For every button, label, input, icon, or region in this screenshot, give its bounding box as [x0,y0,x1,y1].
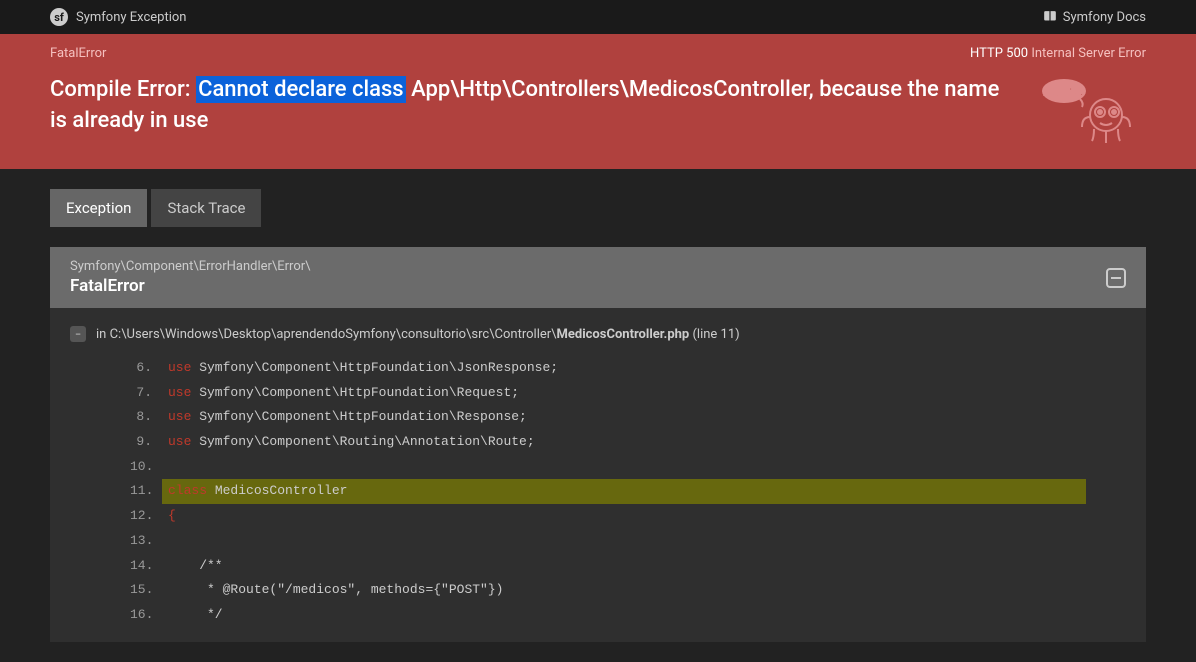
line-number: 11. [130,479,162,504]
line-content: use Symfony\Component\HttpFoundation\Req… [162,381,1086,406]
line-content: class MedicosController [162,479,1086,504]
code-line: 6.use Symfony\Component\HttpFoundation\J… [130,356,1086,381]
line-content: use Symfony\Component\Routing\Annotation… [162,430,1086,455]
code-line: 9.use Symfony\Component\Routing\Annotati… [130,430,1086,455]
line-content [162,455,1086,480]
line-number: 10. [130,455,162,480]
keyword: use [168,434,191,449]
main-content: Exception Stack Trace Symfony\Component\… [0,169,1196,662]
code-block: 6.use Symfony\Component\HttpFoundation\J… [130,356,1086,628]
keyword: use [168,385,191,400]
code-line: 13. [130,529,1086,554]
line-number: 14. [130,554,162,579]
code-line: 12. { [130,504,1086,529]
http-status-wrap: HTTP 500 Internal Server Error [970,46,1146,61]
trace-location: − in C:\Users\Windows\Desktop\aprendendo… [50,322,1146,346]
trace-toggle-button[interactable]: − [70,326,86,342]
app-title: sf Symfony Exception [50,8,186,26]
tab-exception[interactable]: Exception [50,189,147,227]
code-line: 16. */ [130,603,1086,628]
panel-title: Symfony\Component\ErrorHandler\Error\ Fa… [70,259,310,296]
msg-prefix: Compile Error: [50,77,196,102]
http-status: HTTP 500 [970,46,1028,61]
line-content: { [162,504,1086,529]
line-number: 13. [130,529,162,554]
line-number: 16. [130,603,162,628]
banner-main: Compile Error: Cannot declare class App\… [50,75,1146,149]
line-content: use Symfony\Component\HttpFoundation\Jso… [162,356,1086,381]
trace-path: in C:\Users\Windows\Desktop\aprendendoSy… [96,327,740,342]
line-number: 7. [130,381,162,406]
line-content: * @Route("/medicos", methods={"POST"}) [162,578,1086,603]
banner-meta: FatalError HTTP 500 Internal Server Erro… [50,46,1146,61]
error-banner: FatalError HTTP 500 Internal Server Erro… [0,34,1196,169]
line-number: 6. [130,356,162,381]
tab-stack-trace[interactable]: Stack Trace [151,189,261,227]
keyword: use [168,409,191,424]
code-line: 14. /** [130,554,1086,579]
book-icon [1043,10,1057,24]
panel-collapse-button[interactable] [1106,268,1126,288]
code-line: 10. [130,455,1086,480]
line-number: 8. [130,405,162,430]
app-title-text: Symfony Exception [76,10,186,25]
keyword: { [168,508,176,523]
error-type: FatalError [50,46,106,61]
code-line: 11.class MedicosController [130,479,1086,504]
top-bar: sf Symfony Exception Symfony Docs [0,0,1196,34]
keyword: use [168,360,191,375]
svg-text:Exception!: Exception! [1044,87,1084,97]
trace-body: − in C:\Users\Windows\Desktop\aprendendo… [50,308,1146,642]
line-content [162,529,1086,554]
keyword: class [168,483,207,498]
line-content: use Symfony\Component\HttpFoundation\Res… [162,405,1086,430]
code-line: 8.use Symfony\Component\HttpFoundation\R… [130,405,1086,430]
code-line: 7.use Symfony\Component\HttpFoundation\R… [130,381,1086,406]
line-content: */ [162,603,1086,628]
code-line: 15. * @Route("/medicos", methods={"POST"… [130,578,1086,603]
docs-link-label: Symfony Docs [1063,10,1146,25]
panel-header: Symfony\Component\ErrorHandler\Error\ Fa… [50,247,1146,308]
ghost-mascot: Exception! [1036,75,1146,149]
line-number: 12. [130,504,162,529]
tab-bar: Exception Stack Trace [50,189,1146,227]
docs-link[interactable]: Symfony Docs [1043,10,1146,25]
line-number: 15. [130,578,162,603]
minus-icon [1110,272,1122,284]
error-namespace: Symfony\Component\ErrorHandler\Error\ [70,259,310,274]
error-message: Compile Error: Cannot declare class App\… [50,75,1016,137]
msg-highlight: Cannot declare class [196,76,406,103]
http-status-text: Internal Server Error [1031,46,1146,61]
error-classname: FatalError [70,276,310,296]
symfony-icon: sf [50,8,68,26]
line-number: 9. [130,430,162,455]
line-content: /** [162,554,1086,579]
trace-file: MedicosController.php [557,327,690,342]
